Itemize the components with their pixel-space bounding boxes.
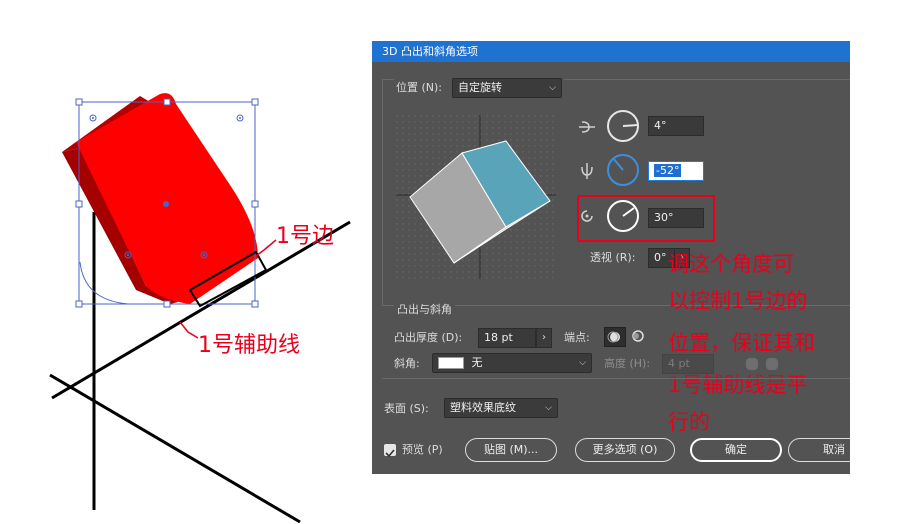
- group-frame-top-left: [382, 79, 394, 80]
- x-axis-rotation-icon: [578, 118, 596, 140]
- y-rotation-input[interactable]: -52°: [648, 161, 704, 181]
- preview-checkbox[interactable]: [384, 444, 396, 458]
- bevel-label: 斜角:: [394, 357, 420, 370]
- cap-off-button[interactable]: [628, 327, 650, 347]
- annotation-line-2: 以控制1号边的: [668, 289, 808, 313]
- surface-label: 表面 (S):: [384, 402, 429, 415]
- checkmark-icon: [385, 449, 395, 458]
- edge-1-label: 1号边: [276, 224, 334, 249]
- rotation-preview-cube[interactable]: [396, 115, 556, 279]
- chevron-down-icon: ⌵: [579, 358, 586, 368]
- 3d-extrude-bevel-dialog: 3D 凸出和斜角选项 位置 (N): 自定旋转 ⌵ 4° -52° 30° 透视…: [372, 41, 850, 474]
- extrude-depth-stepper[interactable]: ›: [536, 328, 552, 348]
- height-label: 高度 (H):: [604, 357, 651, 370]
- map-button[interactable]: 贴图 (M)...: [465, 438, 557, 462]
- bevel-direction-buttons[interactable]: [744, 355, 784, 373]
- position-select[interactable]: 自定旋转 ⌵: [452, 78, 562, 98]
- more-options-button[interactable]: 更多选项 (O): [575, 438, 675, 462]
- dialog-title: 3D 凸出和斜角选项: [372, 41, 850, 62]
- position-select-value: 自定旋转: [458, 81, 502, 94]
- ok-button[interactable]: 确定: [690, 438, 782, 462]
- bevel-direction-icon: [746, 358, 778, 370]
- artwork-canvas: [49, 93, 351, 524]
- cube-svg: [396, 115, 556, 279]
- extrude-group-bottom: [382, 378, 850, 379]
- extrude-depth-label: 凸出厚度 (D):: [394, 331, 463, 344]
- surface-select-value: 塑料效果底纹: [450, 401, 516, 414]
- cancel-button[interactable]: 取消: [788, 438, 850, 462]
- height-input[interactable]: 4 pt: [662, 354, 714, 374]
- perspective-label: 透视 (R):: [590, 251, 636, 264]
- center-point: [163, 201, 169, 207]
- cap-on-button[interactable]: [604, 327, 626, 347]
- cap-label: 端点:: [564, 331, 590, 344]
- cap-off-icon: [632, 330, 644, 342]
- z-rotation-highlight-box: [577, 195, 715, 242]
- annotation-line-4: 1号辅助线是平: [668, 373, 808, 397]
- edge-label-leader: [255, 239, 277, 257]
- chevron-down-icon: ⌵: [549, 83, 556, 93]
- bevel-swatch-icon: [438, 357, 464, 369]
- group-frame-left: [382, 79, 383, 305]
- chevron-down-icon: ⌵: [545, 403, 552, 413]
- artboard: 1号边 1号辅助线: [0, 0, 370, 524]
- x-rotation-input[interactable]: 4°: [648, 116, 704, 136]
- extrude-bevel-section-label: 凸出与斜角: [394, 303, 455, 317]
- annotation-line-5: 行的: [668, 410, 710, 434]
- bevel-select-value: 无: [471, 356, 483, 369]
- surface-select[interactable]: 塑料效果底纹 ⌵: [444, 398, 558, 418]
- y-rotation-value: -52°: [654, 164, 682, 177]
- path-outline: [79, 261, 129, 305]
- x-rotation-dial[interactable]: [606, 109, 640, 147]
- y-axis-rotation-icon: [578, 162, 596, 184]
- guide-line-1-label: 1号辅助线: [198, 333, 300, 358]
- position-label: 位置 (N):: [396, 81, 443, 94]
- bevel-select[interactable]: 无 ⌵: [432, 353, 592, 373]
- extrude-depth-input[interactable]: 18 pt: [478, 328, 536, 348]
- diagonal-guide-line: [49, 373, 301, 524]
- cap-on-icon: [607, 331, 620, 343]
- guide-label-leader: [179, 321, 199, 339]
- annotation-line-1: 调这个角度可: [668, 252, 794, 276]
- preview-label[interactable]: 预览 (P): [402, 443, 443, 457]
- group-frame-top-right: [564, 79, 850, 80]
- y-rotation-dial[interactable]: [606, 153, 640, 191]
